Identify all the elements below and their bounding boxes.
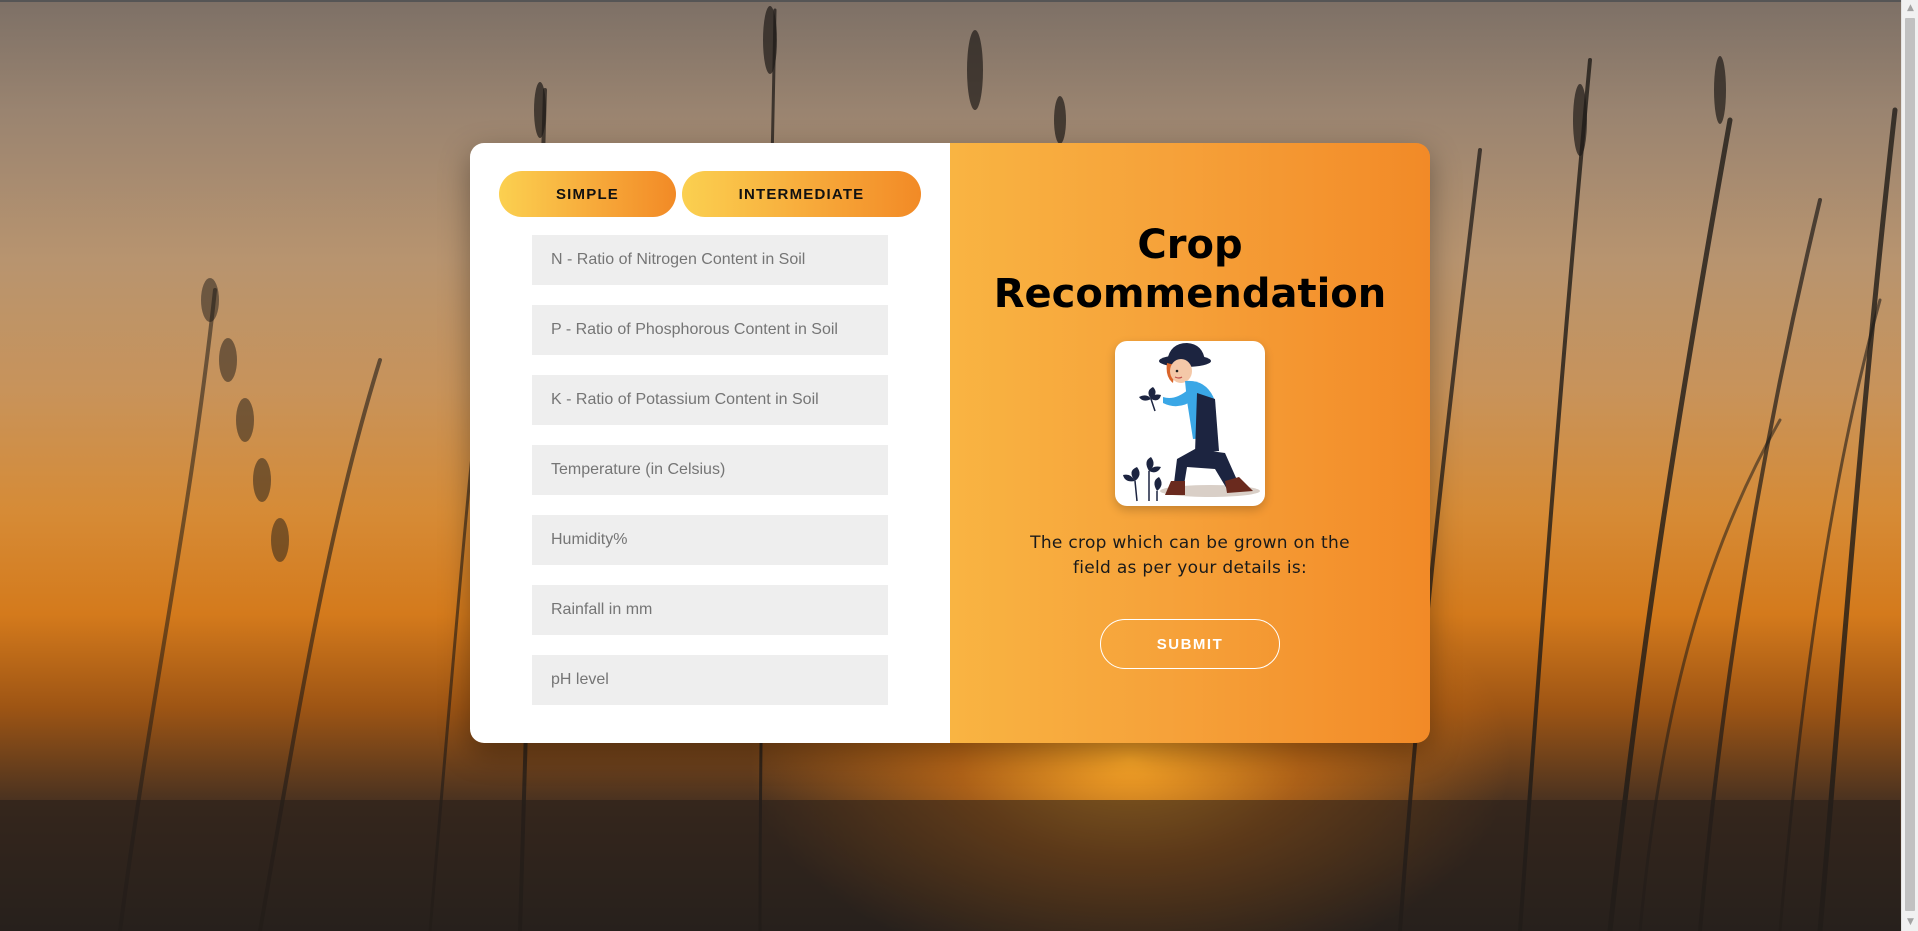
scrollbar-thumb[interactable]: [1905, 18, 1915, 911]
page-background: ▲ ▼ SIMPLE INTERMEDIATE Crop Recommend: [0, 0, 1918, 931]
mode-tabs: SIMPLE INTERMEDIATE: [499, 171, 921, 217]
vertical-scrollbar[interactable]: ▲ ▼: [1901, 0, 1918, 931]
nitrogen-input[interactable]: [532, 235, 888, 285]
soil-parameters-form: [532, 235, 888, 725]
rainfall-input[interactable]: [532, 585, 888, 635]
tab-simple[interactable]: SIMPLE: [499, 171, 676, 217]
scroll-down-arrow-icon[interactable]: ▼: [1902, 914, 1918, 931]
phosphorous-input[interactable]: [532, 305, 888, 355]
result-pane: Crop Recommendation The crop which can b…: [950, 143, 1430, 743]
title-line-2: Recommendation: [993, 271, 1387, 317]
submit-button[interactable]: SUBMIT: [1100, 619, 1280, 669]
tab-intermediate[interactable]: INTERMEDIATE: [682, 171, 921, 217]
potassium-input[interactable]: [532, 375, 888, 425]
input-form-pane: SIMPLE INTERMEDIATE: [470, 143, 950, 743]
farmer-illustration-icon: [1115, 341, 1265, 506]
humidity-input[interactable]: [532, 515, 888, 565]
scroll-up-arrow-icon[interactable]: ▲: [1902, 0, 1918, 17]
title-line-1: Crop: [1137, 222, 1243, 268]
page-title: Crop Recommendation: [950, 221, 1430, 319]
temperature-input[interactable]: [532, 445, 888, 495]
crop-recommendation-card: SIMPLE INTERMEDIATE Crop Recommendation: [470, 143, 1430, 743]
ph-input[interactable]: [532, 655, 888, 705]
result-description: The crop which can be grown on the field…: [1030, 533, 1350, 578]
